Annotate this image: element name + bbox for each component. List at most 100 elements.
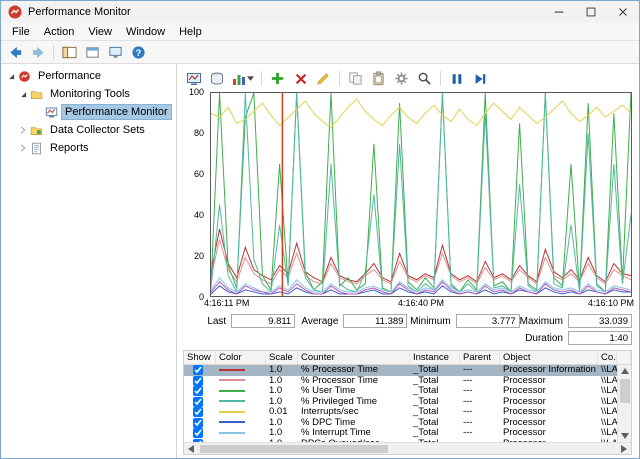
menu-item-window[interactable]: Window xyxy=(119,23,172,40)
show-checkbox[interactable] xyxy=(193,365,203,375)
paste-counter-list-icon[interactable] xyxy=(368,69,389,89)
table-row[interactable]: 1.0% User Time_Total---Processor\\LA... xyxy=(184,386,617,397)
add-counter-icon[interactable] xyxy=(267,69,288,89)
horizontal-scrollbar[interactable] xyxy=(184,442,631,454)
tree-item-label: Data Collector Sets xyxy=(47,123,148,137)
cell-scale: 1.0 xyxy=(266,428,298,438)
column-header-filler xyxy=(617,351,631,364)
chart-type-dropdown-icon[interactable] xyxy=(229,69,256,89)
highlight-icon[interactable] xyxy=(313,69,334,89)
help-icon[interactable]: ? xyxy=(127,42,149,62)
tree-item-data-collector-sets[interactable]: Data Collector Sets xyxy=(1,121,176,139)
show-checkbox[interactable] xyxy=(193,428,203,438)
performance-root-icon xyxy=(17,69,32,83)
menu-item-action[interactable]: Action xyxy=(37,23,82,40)
column-header[interactable]: Parent xyxy=(460,351,500,364)
folder-icon xyxy=(29,123,44,137)
column-header[interactable]: Counter xyxy=(298,351,410,364)
table-row[interactable]: 1.0% DPC Time_Total---Processor\\LA... xyxy=(184,418,617,429)
tree-item-label: Performance Monitor xyxy=(62,105,171,119)
show-checkbox[interactable] xyxy=(193,418,203,428)
chevron-down-icon[interactable] xyxy=(4,70,17,83)
series-line xyxy=(211,229,631,282)
column-header[interactable]: Show xyxy=(184,351,216,364)
minimize-icon[interactable] xyxy=(543,1,575,23)
table-row[interactable]: 1.0% Interrupt Time_Total---Processor\\L… xyxy=(184,428,617,439)
cell-computer: \\LA... xyxy=(598,397,617,407)
view-current-activity-icon[interactable] xyxy=(183,69,204,89)
menu-item-file[interactable]: File xyxy=(5,23,37,40)
toolbar-separator xyxy=(261,71,262,86)
table-row[interactable]: 1.0% Privileged Time_Total---Processor\\… xyxy=(184,397,617,408)
column-header[interactable]: Color xyxy=(216,351,266,364)
x-axis-label: 4:16:11 PM xyxy=(204,298,249,308)
series-line xyxy=(211,93,631,292)
monitor-icon[interactable] xyxy=(104,42,126,62)
horizontal-scroll-thumb[interactable] xyxy=(200,445,388,453)
maximize-icon[interactable] xyxy=(575,1,607,23)
view-log-data-icon[interactable] xyxy=(206,69,227,89)
column-header[interactable]: Instance xyxy=(410,351,460,364)
back-icon[interactable] xyxy=(4,42,26,62)
scroll-down-icon[interactable] xyxy=(618,430,632,442)
close-icon[interactable] xyxy=(607,1,639,23)
update-data-icon[interactable] xyxy=(469,69,490,89)
show-checkbox[interactable] xyxy=(193,397,203,407)
forward-icon[interactable] xyxy=(27,42,49,62)
column-header[interactable]: Object xyxy=(500,351,598,364)
app-icon xyxy=(7,4,23,20)
scroll-up-icon[interactable] xyxy=(618,365,632,377)
cell-object: Processor Information xyxy=(500,365,598,375)
cell-object: Processor xyxy=(500,376,598,386)
cell-computer: \\LA... xyxy=(598,428,617,438)
console-tree-icon[interactable] xyxy=(58,42,80,62)
properties-icon[interactable] xyxy=(391,69,412,89)
window-icon[interactable] xyxy=(81,42,103,62)
vertical-scroll-thumb[interactable] xyxy=(620,379,630,403)
table-row[interactable]: 1.0% Processor Time_Total---Processor In… xyxy=(184,365,617,376)
minimum-label: Minimum xyxy=(407,316,455,327)
column-header[interactable]: Scale xyxy=(266,351,298,364)
color-swatch xyxy=(219,390,245,392)
scroll-right-icon[interactable] xyxy=(617,443,631,455)
chevron-down-icon[interactable] xyxy=(16,88,29,101)
cell-instance: _Total xyxy=(410,407,460,417)
zoom-icon[interactable] xyxy=(414,69,435,89)
color-swatch xyxy=(219,421,245,423)
stats-row: Last 9.811 Average 11.389 Minimum 3.777 … xyxy=(183,314,632,328)
y-axis-label: 20 xyxy=(194,252,204,261)
y-axis-label: 60 xyxy=(194,170,204,179)
table-row[interactable]: 1.0% Processor Time_Total---Processor\\L… xyxy=(184,376,617,387)
menubar: File Action View Window Help xyxy=(1,23,639,41)
content-pane: 100806040200 4:16:11 PM4:16:40 PM4:16:10… xyxy=(177,64,639,458)
cell-parent: --- xyxy=(460,365,500,375)
cell-computer: \\LA... xyxy=(598,365,617,375)
vertical-scrollbar[interactable] xyxy=(617,365,631,442)
copy-properties-icon[interactable] xyxy=(345,69,366,89)
menu-item-view[interactable]: View xyxy=(81,23,119,40)
delete-counter-icon[interactable] xyxy=(290,69,311,89)
cell-parent: --- xyxy=(460,376,500,386)
tree-item-monitoring-tools[interactable]: Monitoring Tools xyxy=(1,85,176,103)
show-checkbox[interactable] xyxy=(193,386,203,396)
column-header[interactable]: Co... xyxy=(598,351,617,364)
freeze-display-icon[interactable] xyxy=(446,69,467,89)
tree-item-performance[interactable]: Performance xyxy=(1,67,176,85)
line-chart-plot xyxy=(210,92,632,297)
performance-monitor-icon xyxy=(44,105,59,119)
tree-item-reports[interactable]: Reports xyxy=(1,139,176,157)
table-row[interactable]: 0.01Interrupts/sec_Total---Processor\\LA… xyxy=(184,407,617,418)
cell-instance: _Total xyxy=(410,386,460,396)
menu-item-help[interactable]: Help xyxy=(172,23,209,40)
cell-parent: --- xyxy=(460,397,500,407)
chevron-right-icon[interactable] xyxy=(16,124,29,137)
toolbar-separator xyxy=(339,71,340,86)
tree-item-performance-monitor[interactable]: Performance Monitor xyxy=(1,103,176,121)
cell-scale: 1.0 xyxy=(266,386,298,396)
chevron-right-icon[interactable] xyxy=(16,142,29,155)
series-line xyxy=(211,93,631,292)
table-middle: 1.0% Processor Time_Total---Processor In… xyxy=(184,365,631,442)
show-checkbox[interactable] xyxy=(193,407,203,417)
show-checkbox[interactable] xyxy=(193,376,203,386)
scroll-left-icon[interactable] xyxy=(184,443,198,455)
